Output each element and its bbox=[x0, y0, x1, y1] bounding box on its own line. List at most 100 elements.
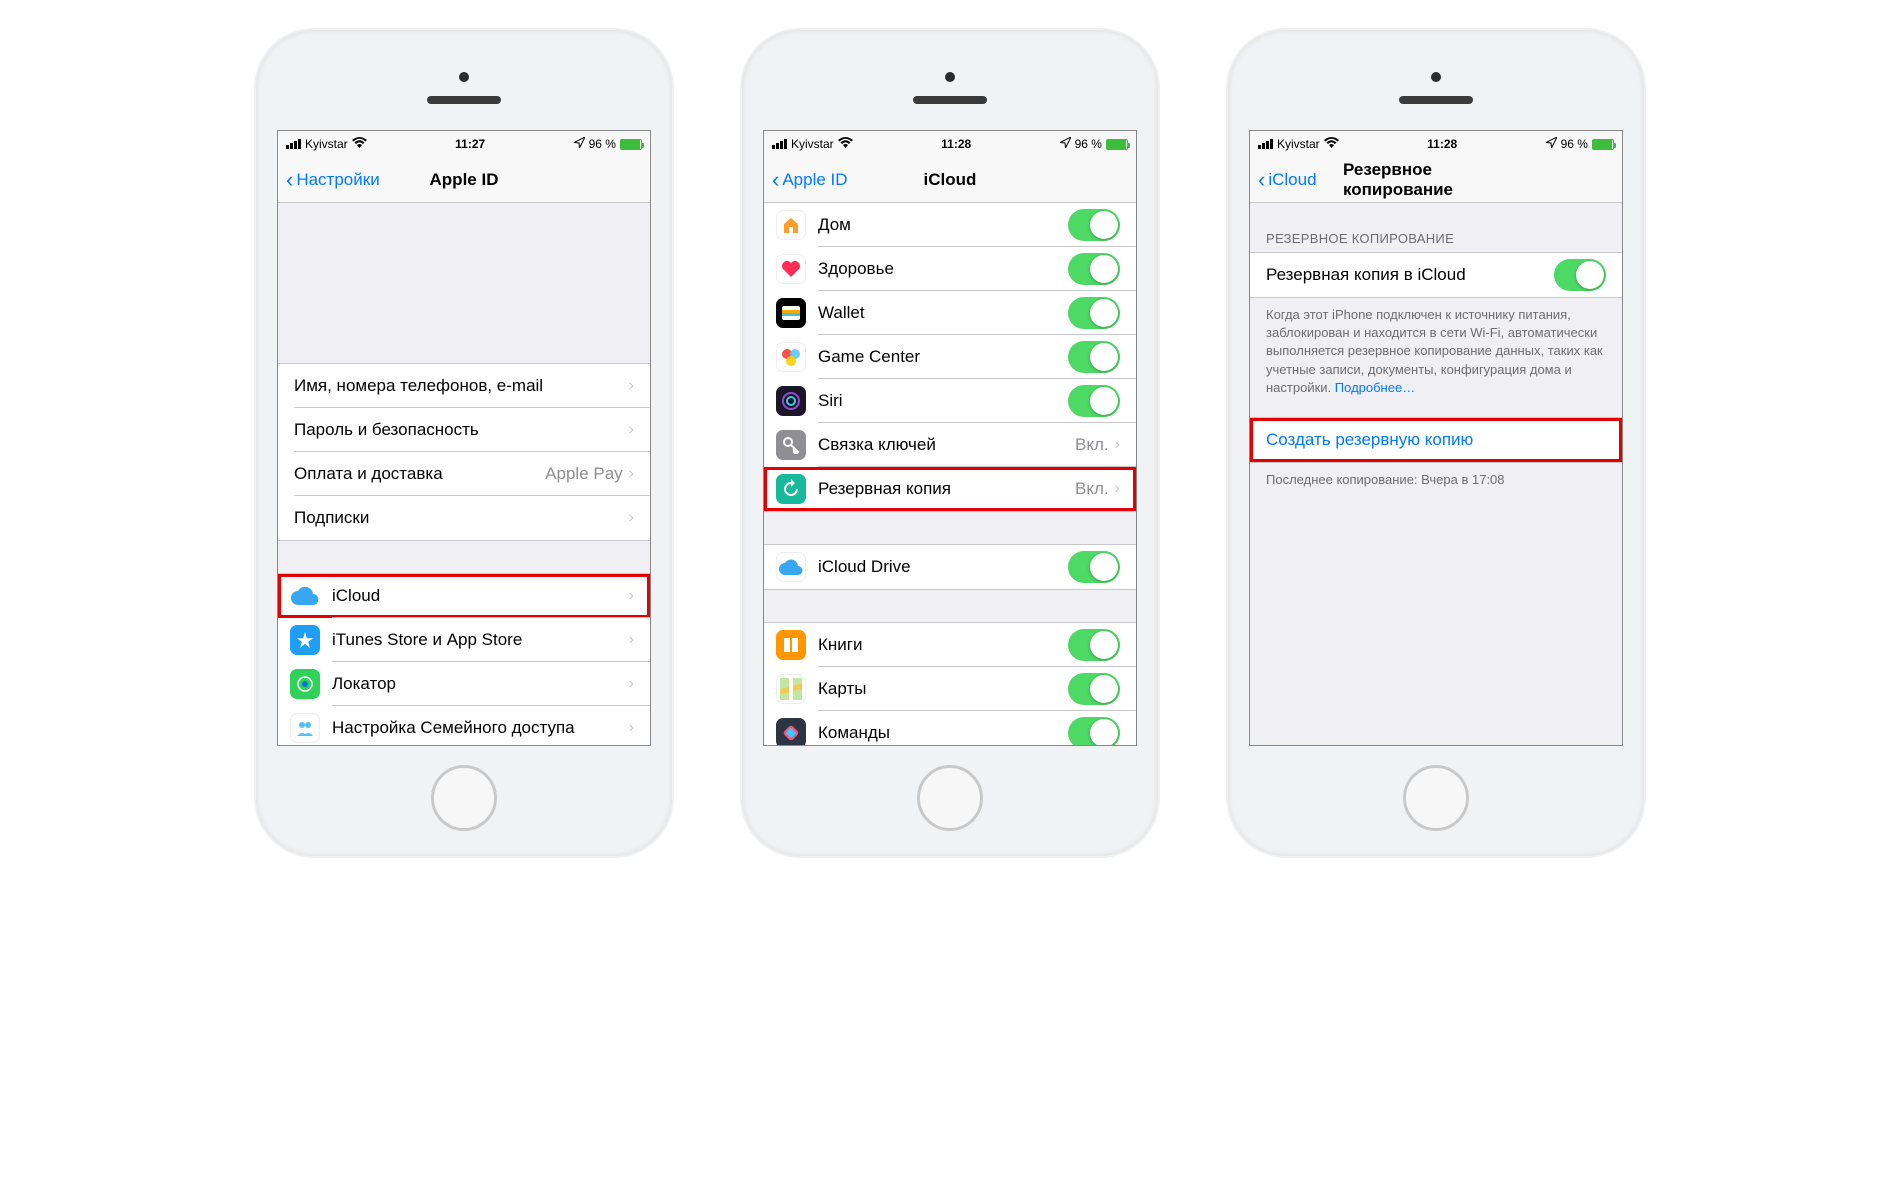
family-icon bbox=[290, 713, 320, 743]
toggle-switch[interactable] bbox=[1068, 253, 1120, 285]
screen-2: Kyivstar 11:28 96 % ‹ Apple ID iCloud bbox=[763, 130, 1137, 746]
location-icon bbox=[1546, 137, 1557, 151]
maps-icon bbox=[776, 674, 806, 704]
row-health[interactable]: Здоровье bbox=[764, 247, 1136, 291]
row-detail: Вкл. bbox=[1075, 479, 1109, 499]
backup-icon bbox=[776, 474, 806, 504]
row-label: Локатор bbox=[332, 674, 629, 694]
row-siri[interactable]: Siri bbox=[764, 379, 1136, 423]
row-label: Wallet bbox=[818, 303, 1068, 323]
home-button[interactable] bbox=[431, 765, 497, 831]
row-home[interactable]: Дом bbox=[764, 203, 1136, 247]
books-icon bbox=[776, 630, 806, 660]
backup-footer: Когда этот iPhone подключен к источнику … bbox=[1250, 298, 1622, 405]
row-family-sharing[interactable]: Настройка Семейного доступа › bbox=[278, 706, 650, 745]
toggle-switch[interactable] bbox=[1554, 259, 1606, 291]
phone-mockup-1: Kyivstar 11:27 96 % ‹ Настройки Apple ID bbox=[256, 30, 672, 856]
row-label: Подписки bbox=[294, 508, 629, 528]
nav-title: iCloud bbox=[924, 170, 977, 190]
row-label: Книги bbox=[818, 635, 1068, 655]
row-payment-shipping[interactable]: Оплата и доставка Apple Pay › bbox=[278, 452, 650, 496]
row-icloud-drive[interactable]: iCloud Drive bbox=[764, 545, 1136, 589]
row-password-security[interactable]: Пароль и безопасность › bbox=[278, 408, 650, 452]
gamecenter-icon bbox=[776, 342, 806, 372]
row-label: Настройка Семейного доступа bbox=[332, 718, 629, 738]
row-gamecenter[interactable]: Game Center bbox=[764, 335, 1136, 379]
toggle-switch[interactable] bbox=[1068, 209, 1120, 241]
carrier-label: Kyivstar bbox=[305, 137, 348, 151]
toggle-switch[interactable] bbox=[1068, 629, 1120, 661]
back-button[interactable]: ‹ iCloud bbox=[1258, 169, 1317, 191]
battery-pct: 96 % bbox=[589, 137, 616, 151]
row-icloud[interactable]: iCloud › bbox=[278, 574, 650, 618]
nav-bar: ‹ Настройки Apple ID bbox=[278, 157, 650, 203]
icloud-drive-group: iCloud Drive bbox=[764, 544, 1136, 590]
back-button[interactable]: ‹ Настройки bbox=[286, 169, 380, 191]
chevron-right-icon: › bbox=[1115, 436, 1120, 454]
chevron-left-icon: ‹ bbox=[772, 169, 779, 191]
nav-title: Резервное копирование bbox=[1343, 160, 1529, 200]
nav-bar: ‹ iCloud Резервное копирование bbox=[1250, 157, 1622, 203]
learn-more-link[interactable]: Подробнее… bbox=[1335, 380, 1415, 395]
toggle-switch[interactable] bbox=[1068, 385, 1120, 417]
row-subscriptions[interactable]: Подписки › bbox=[278, 496, 650, 540]
phone-mockup-2: Kyivstar 11:28 96 % ‹ Apple ID iCloud bbox=[742, 30, 1158, 856]
chevron-right-icon: › bbox=[629, 675, 634, 693]
battery-icon bbox=[620, 139, 642, 150]
row-label: iCloud bbox=[332, 586, 629, 606]
keychain-icon bbox=[776, 430, 806, 460]
status-bar: Kyivstar 11:28 96 % bbox=[1250, 131, 1622, 157]
row-itunes-appstore[interactable]: iTunes Store и App Store › bbox=[278, 618, 650, 662]
status-bar: Kyivstar 11:27 96 % bbox=[278, 131, 650, 157]
row-label: Резервная копия bbox=[818, 479, 1075, 499]
carrier-label: Kyivstar bbox=[791, 137, 834, 151]
back-label: Настройки bbox=[296, 170, 379, 190]
row-keychain[interactable]: Связка ключей Вкл. › bbox=[764, 423, 1136, 467]
home-button[interactable] bbox=[1403, 765, 1469, 831]
icloud-icon bbox=[290, 581, 320, 611]
row-backup[interactable]: Резервная копия Вкл. › bbox=[764, 467, 1136, 511]
battery-icon bbox=[1106, 139, 1128, 150]
row-detail: Вкл. bbox=[1075, 435, 1109, 455]
toggle-switch[interactable] bbox=[1068, 717, 1120, 745]
row-label: Карты bbox=[818, 679, 1068, 699]
row-name-phone-email[interactable]: Имя, номера телефонов, e-mail › bbox=[278, 364, 650, 408]
row-books[interactable]: Книги bbox=[764, 623, 1136, 667]
toggle-switch[interactable] bbox=[1068, 551, 1120, 583]
row-backup-now[interactable]: Создать резервную копию bbox=[1250, 418, 1622, 462]
settings-group-account: Имя, номера телефонов, e-mail › Пароль и… bbox=[278, 363, 650, 541]
row-label: Пароль и безопасность bbox=[294, 420, 629, 440]
phone-mockup-3: Kyivstar 11:28 96 % ‹ iCloud Резервное к… bbox=[1228, 30, 1644, 856]
row-label: Game Center bbox=[818, 347, 1068, 367]
row-label: Резервная копия в iCloud bbox=[1266, 265, 1554, 285]
home-icon bbox=[776, 210, 806, 240]
toggle-switch[interactable] bbox=[1068, 297, 1120, 329]
findmy-icon bbox=[290, 669, 320, 699]
wifi-icon bbox=[1324, 137, 1339, 151]
chevron-right-icon: › bbox=[1115, 480, 1120, 498]
location-icon bbox=[1060, 137, 1071, 151]
chevron-right-icon: › bbox=[629, 509, 634, 527]
battery-icon bbox=[1592, 139, 1614, 150]
back-button[interactable]: ‹ Apple ID bbox=[772, 169, 848, 191]
battery-pct: 96 % bbox=[1075, 137, 1102, 151]
wallet-icon bbox=[776, 298, 806, 328]
toggle-switch[interactable] bbox=[1068, 341, 1120, 373]
toggle-switch[interactable] bbox=[1068, 673, 1120, 705]
row-label: Имя, номера телефонов, e-mail bbox=[294, 376, 629, 396]
row-find-my[interactable]: Локатор › bbox=[278, 662, 650, 706]
row-wallet[interactable]: Wallet bbox=[764, 291, 1136, 335]
row-maps[interactable]: Карты bbox=[764, 667, 1136, 711]
home-button[interactable] bbox=[917, 765, 983, 831]
chevron-right-icon: › bbox=[629, 631, 634, 649]
settings-group-services: iCloud › iTunes Store и App Store › Лока… bbox=[278, 573, 650, 745]
battery-pct: 96 % bbox=[1561, 137, 1588, 151]
section-header: Резервное копирование bbox=[1250, 223, 1622, 252]
backup-now-label: Создать резервную копию bbox=[1266, 430, 1606, 450]
chevron-right-icon: › bbox=[629, 587, 634, 605]
clock: 11:28 bbox=[1427, 137, 1457, 151]
clock: 11:28 bbox=[941, 137, 971, 151]
appstore-icon bbox=[290, 625, 320, 655]
row-shortcuts[interactable]: Команды bbox=[764, 711, 1136, 745]
row-icloud-backup-toggle[interactable]: Резервная копия в iCloud bbox=[1250, 253, 1622, 297]
